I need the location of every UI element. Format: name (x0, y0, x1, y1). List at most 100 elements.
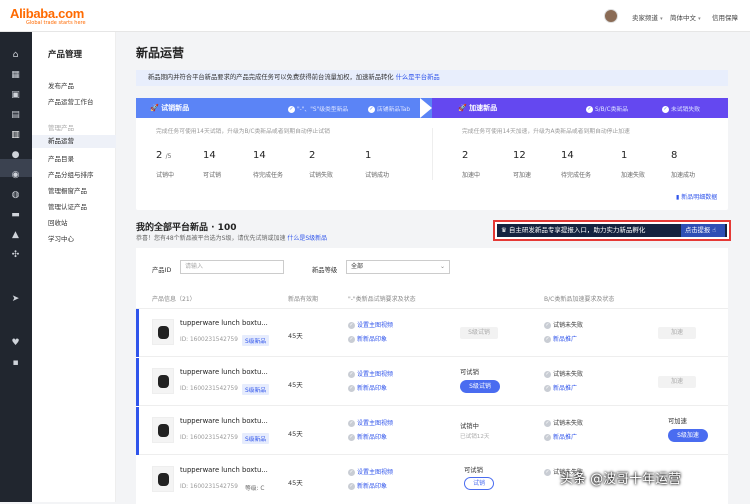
product-name[interactable]: tupperware lunch boxtu... (180, 319, 268, 327)
stat-value[interactable]: 8 (671, 150, 677, 161)
product-id-label: 产品ID (152, 267, 172, 274)
chart-icon[interactable]: ▥ (10, 130, 21, 141)
validity-days: 45天 (288, 479, 303, 487)
stat-value[interactable]: 12 (513, 150, 526, 161)
table-row[interactable]: tupperware lunch boxtu... ID: 1600231542… (136, 309, 728, 357)
task-item[interactable]: ✓ 设置主图视频 (348, 467, 393, 476)
level-badge: S级新品 (242, 433, 270, 444)
chevron-down-icon: ▾ (698, 16, 701, 22)
bar-chart-icon: ▮ (676, 194, 680, 201)
product-id-input[interactable]: 请输入 (180, 260, 284, 274)
sidebar-item-publish[interactable]: 发布产品 (48, 80, 74, 90)
product-thumbnail[interactable] (152, 466, 174, 492)
stat-value[interactable]: 2 /5 (156, 150, 171, 161)
page-title: 新品运营 (136, 46, 185, 60)
stat-value[interactable]: 2 (462, 150, 468, 161)
grid-icon[interactable]: ▦ (10, 70, 21, 81)
trial-button[interactable]: 试销 (464, 477, 494, 490)
task-item[interactable]: ✓ 新新品印象 (348, 383, 387, 392)
file-icon[interactable]: ▤ (10, 110, 21, 121)
table-row[interactable]: tupperware lunch boxtu... ID: 1600231542… (136, 358, 728, 406)
globe-icon[interactable]: ◍ (10, 190, 21, 201)
submit-button[interactable]: 点击提报 ☝ (681, 224, 725, 237)
bank-icon[interactable]: ▲ (10, 230, 21, 241)
product-id: ID: 1600231542759 (180, 337, 238, 343)
seller-channel-menu[interactable]: 卖家频道 ▾ (632, 12, 663, 22)
accelerate-button[interactable]: 加速 (658, 376, 696, 388)
column-header: 新品有效期 (288, 296, 319, 303)
sidebar-item-recycle-bin[interactable]: 回收站 (48, 217, 68, 227)
task-item[interactable]: ✓ 新新品印象 (348, 481, 387, 490)
product-thumbnail[interactable] (152, 368, 174, 394)
sidebar-item-grouping[interactable]: 产品分组与排序 (48, 169, 94, 179)
trial-button[interactable]: S级试销 (460, 380, 500, 393)
stat-value[interactable]: 2 (309, 150, 315, 161)
sidebar-item-catalog[interactable]: 产品目录 (48, 153, 74, 163)
check-circle-icon: ✓ (544, 434, 551, 441)
main-content: 新品运营 新品期内并符合平台新品要求的产品完成任务可以免费获得前台流量加权，加速… (116, 32, 750, 504)
group-icon[interactable]: ◉ (10, 170, 21, 181)
apps-icon[interactable]: ▣ (10, 90, 21, 101)
task-item[interactable]: ✓ 设置主图视频 (348, 418, 393, 427)
sidebar-item-new-product-ops[interactable]: 新品运营 (32, 135, 116, 148)
task-item[interactable]: ✓ 新品推广 (544, 334, 577, 343)
row-marker (136, 407, 139, 455)
task-item[interactable]: ✓ 新新品印象 (348, 432, 387, 441)
top-bar: Alibaba.com Global trade starts here 卖家频… (0, 0, 750, 32)
level-label: 新品等级 (312, 267, 338, 274)
trial-status: 可试销 (460, 369, 479, 376)
validity-days: 45天 (288, 430, 303, 438)
column-header: B/C类新品加速要求及状态 (544, 296, 615, 303)
promo-banner: ♛ 自主研发新品专享提报入口，助力实力新品孵化 点击提报 ☝ (493, 220, 731, 241)
stat-value[interactable]: 1 (621, 150, 627, 161)
new-product-data-link[interactable]: ▮ 新品明细数据 (676, 192, 717, 201)
level-badge: S级新品 (242, 335, 270, 346)
language-menu[interactable]: 简体中文 ▾ (670, 12, 701, 22)
accelerate-button[interactable]: 加速 (658, 327, 696, 339)
truck-icon[interactable]: ▬ (10, 210, 21, 221)
sidebar-item-learning[interactable]: 学习中心 (48, 233, 74, 243)
accelerate-button[interactable]: S级加速 (668, 429, 708, 442)
task-item[interactable]: ✓ 新品推广 (544, 383, 577, 392)
stat-label: 可试销 (203, 172, 222, 179)
side-menu: 产品管理 发布产品 产品运营工作台 管理产品 新品运营 产品目录 产品分组与排序… (32, 32, 116, 502)
sidebar-item-certified[interactable]: 管理认证产品 (48, 201, 87, 211)
task-item[interactable]: ✓ 设置主图视频 (348, 320, 393, 329)
trade-assurance-link[interactable]: 信用保障 (712, 12, 738, 22)
chevron-down-icon: ⌄ (439, 263, 445, 270)
avatar[interactable] (604, 9, 618, 23)
task-item[interactable]: ✓ 新新品印象 (348, 334, 387, 343)
task-item[interactable]: ✓ 新品推广 (544, 432, 577, 441)
stat-value[interactable]: 14 (253, 150, 266, 161)
product-thumbnail[interactable] (152, 319, 174, 345)
stat-value[interactable]: 14 (561, 150, 574, 161)
alibaba-logo[interactable]: Alibaba.com (10, 6, 84, 21)
product-name[interactable]: tupperware lunch boxtu... (180, 368, 268, 376)
home-icon[interactable]: ⌂ (10, 50, 21, 61)
accel-band: 🚀 加速新品 ✓ S/B/C类新品 ✓ 未试销失败 (432, 98, 728, 118)
product-name[interactable]: tupperware lunch boxtu... (180, 417, 268, 425)
briefcase-icon[interactable]: ▪ (10, 358, 21, 369)
send-icon[interactable]: ➤ (10, 294, 21, 305)
s-level-info-link[interactable]: 什么是S级新品 (287, 235, 327, 242)
stat-value[interactable]: 14 (203, 150, 216, 161)
validity-days: 45天 (288, 381, 303, 389)
what-is-new-product-link[interactable]: 什么是平台新品 (396, 74, 440, 81)
heart-icon[interactable]: ♥ (10, 338, 21, 349)
rocket-icon: 🚀 (458, 104, 467, 112)
task-item[interactable]: ✓ 设置主图视频 (348, 369, 393, 378)
accel-desc: 完成任务可使用14天加速，升级为A类新品或者到期自动停止加速 (462, 129, 630, 135)
product-name[interactable]: tupperware lunch boxtu... (180, 466, 268, 474)
user-icon[interactable]: ● (10, 150, 21, 161)
sidebar-item-showcase[interactable]: 管理橱窗产品 (48, 185, 87, 195)
table-row[interactable]: tupperware lunch boxtu... ID: 1600231542… (136, 407, 728, 455)
share-icon[interactable]: ✣ (10, 250, 21, 261)
trial-button[interactable]: S级试销 (460, 327, 498, 339)
sidebar-item-workbench[interactable]: 产品运营工作台 (48, 96, 94, 106)
task-item: ✓ 试销未失败 (544, 322, 584, 329)
stat-value[interactable]: 1 (365, 150, 371, 161)
trial-tag: ✓ 店铺新品Tab (368, 106, 411, 113)
product-thumbnail[interactable] (152, 417, 174, 443)
check-icon: ✓ (586, 106, 593, 113)
level-select[interactable]: 全部 ⌄ (346, 260, 450, 274)
